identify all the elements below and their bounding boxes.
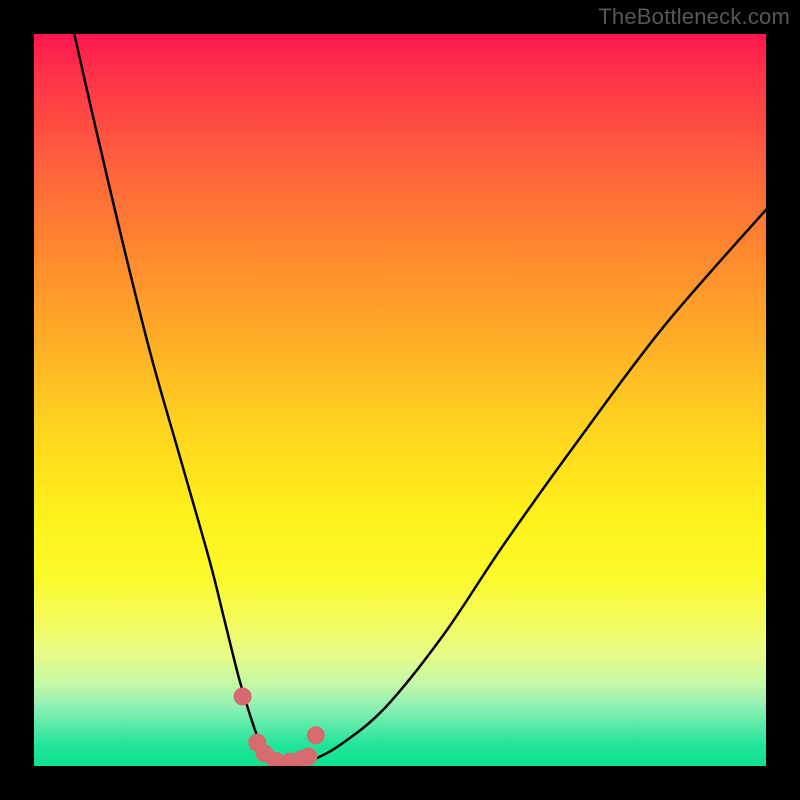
curve-layer	[34, 34, 766, 766]
plot-area	[34, 34, 766, 766]
bottleneck-curve	[74, 34, 766, 763]
watermark-text: TheBottleneck.com	[598, 4, 790, 30]
marker-group	[234, 687, 325, 766]
marker-point	[307, 726, 325, 744]
chart-frame: TheBottleneck.com	[0, 0, 800, 800]
marker-point	[234, 687, 252, 705]
marker-point	[300, 747, 318, 765]
